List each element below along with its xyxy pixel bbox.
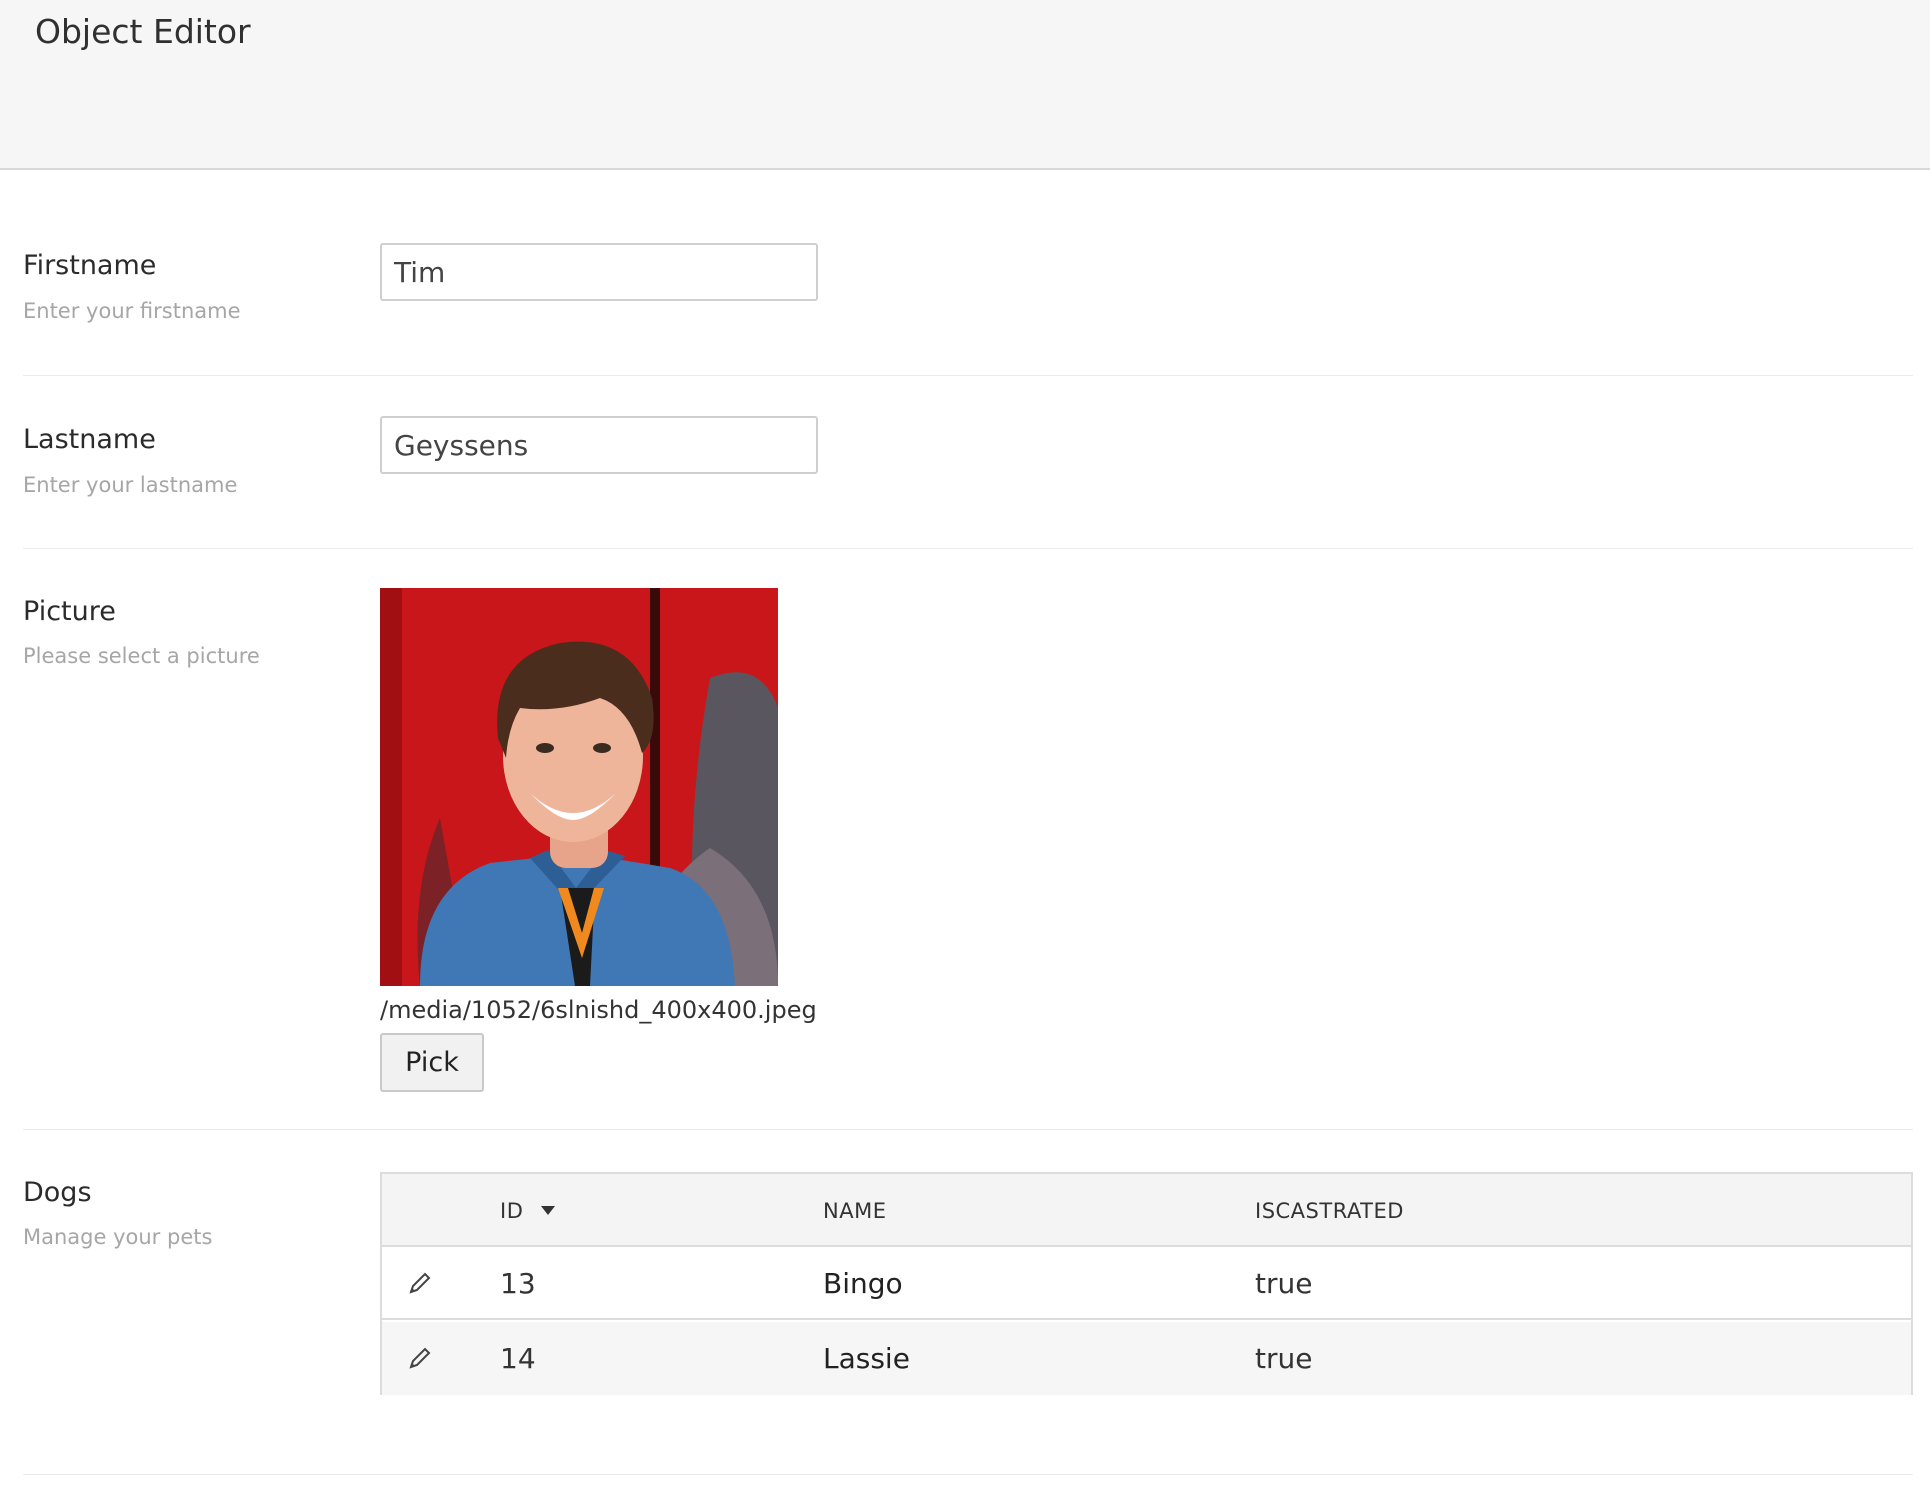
picture-row: Picture Please select a picture /media/1… (23, 549, 1913, 1130)
firstname-description: Enter your firstname (23, 299, 241, 323)
sort-desc-icon (540, 1206, 555, 1215)
table-row[interactable]: 14 Lassie true (382, 1322, 1911, 1395)
column-header-name[interactable]: NAME (823, 1199, 886, 1223)
profile-photo-illustration (380, 588, 778, 986)
pencil-icon[interactable] (406, 1344, 434, 1372)
cell-iscastrated: true (1255, 1342, 1313, 1375)
cell-name: Lassie (823, 1342, 910, 1375)
pencil-icon[interactable] (406, 1269, 434, 1297)
lastname-label: Lastname (23, 424, 156, 455)
table-row[interactable]: 13 Bingo true (382, 1247, 1911, 1320)
firstname-row: Firstname Enter your firstname (23, 172, 1913, 376)
page-header: Object Editor (0, 0, 1930, 170)
profile-picture (380, 588, 778, 986)
grid-header-row: ID NAME ISCASTRATED (382, 1174, 1911, 1247)
cell-iscastrated: true (1255, 1267, 1313, 1300)
column-header-iscastrated[interactable]: ISCASTRATED (1255, 1199, 1404, 1223)
firstname-label: Firstname (23, 250, 157, 281)
pick-button[interactable]: Pick (380, 1033, 484, 1092)
lastname-row: Lastname Enter your lastname (23, 376, 1913, 549)
lastname-description: Enter your lastname (23, 473, 238, 497)
picture-description: Please select a picture (23, 644, 260, 668)
picture-label: Picture (23, 596, 116, 627)
cell-name: Bingo (823, 1267, 903, 1300)
column-header-id-label: ID (500, 1199, 524, 1223)
column-header-id[interactable]: ID (500, 1199, 555, 1223)
dogs-label: Dogs (23, 1177, 92, 1208)
lastname-input[interactable] (380, 416, 818, 474)
page-title: Object Editor (35, 12, 251, 51)
dogs-grid: ID NAME ISCASTRATED 13 Bingo true 14 Las… (380, 1172, 1913, 1395)
dogs-description: Manage your pets (23, 1225, 213, 1249)
firstname-input[interactable] (380, 243, 818, 301)
cell-id: 13 (500, 1267, 536, 1300)
cell-id: 14 (500, 1342, 536, 1375)
dogs-row: Dogs Manage your pets ID NAME ISCASTRATE… (23, 1130, 1913, 1475)
picture-path: /media/1052/6slnishd_400x400.jpeg (380, 996, 817, 1024)
